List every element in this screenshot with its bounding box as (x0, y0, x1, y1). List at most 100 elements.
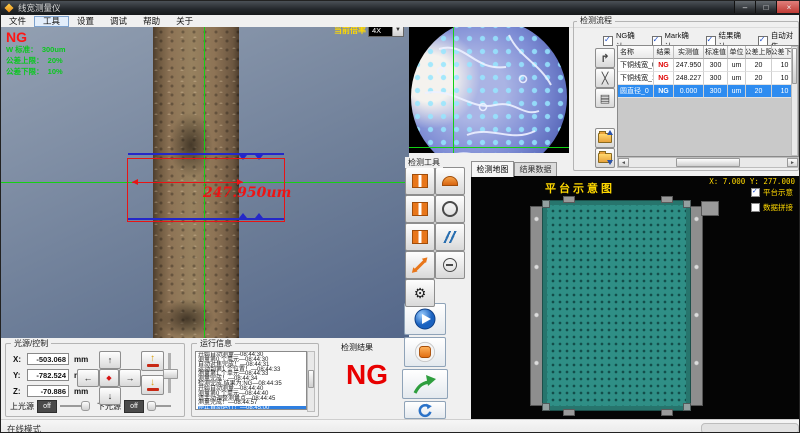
platform-title: 平台示意图 (545, 180, 615, 196)
save-image-icon[interactable] (595, 148, 615, 168)
linewidth-tool-1[interactable] (405, 167, 435, 195)
process-panel-title: 检测流程 (577, 15, 615, 26)
column-header: 结果 (654, 46, 674, 59)
axis-value-X[interactable]: -503.068 (27, 353, 69, 365)
refresh-button[interactable] (404, 401, 446, 419)
platform-schematic-view[interactable]: 平台示意图 X: 7.000 Y: 277.000 平台示意数据拼接 (471, 176, 799, 419)
z-down-button[interactable]: ↓ (141, 375, 164, 395)
table-horizontal-scrollbar[interactable]: ◄ ► (617, 157, 799, 168)
upper-light-toggle[interactable]: off (37, 400, 57, 413)
measurement-value: 247.950um (203, 185, 291, 201)
return-button[interactable] (402, 369, 448, 399)
folder-icon (598, 133, 612, 143)
platform-tab (563, 196, 575, 203)
menu-item-帮助[interactable]: 帮助 (135, 16, 168, 27)
table-cell: um (728, 72, 746, 85)
minimize-button[interactable]: – (734, 1, 755, 13)
camera-view[interactable]: 247.950um NG W 标准： 300um公差上限： 20%公差下限： 1… (1, 27, 409, 338)
menu-item-文件[interactable]: 文件 (1, 16, 34, 27)
status-mode-text: 在线模式 (7, 423, 41, 433)
z-up-button[interactable]: ↑ (141, 351, 164, 371)
scrollbar-thumb[interactable] (676, 158, 740, 167)
axis-value-Z[interactable]: -70.886 (27, 385, 69, 397)
axis-label-X: X: (13, 355, 21, 364)
scroll-left-arrow[interactable]: ◄ (618, 158, 629, 167)
scroll-right-arrow[interactable]: ► (787, 158, 798, 167)
magnification-value: 4X (369, 27, 392, 35)
panel-corner (542, 403, 550, 411)
circle-tool[interactable] (435, 195, 465, 223)
camera-overlay-info: W 标准： 300um公差上限： 20%公差下限： 10% (6, 44, 66, 77)
table-vertical-scrollbar[interactable] (791, 46, 798, 156)
dome-tool[interactable] (435, 167, 465, 195)
keypad-icon[interactable]: ▤ (595, 88, 615, 108)
jog-center-button[interactable]: ◆ (99, 369, 119, 387)
diagonal-measure-tool[interactable] (405, 251, 435, 279)
microscope-view[interactable] (409, 27, 569, 153)
tab-result-data[interactable]: 结果数据 (514, 162, 557, 177)
tab-detect-map[interactable]: 检测地图 (471, 161, 514, 177)
result-panel-title: 检测结果 (341, 342, 373, 353)
z-down-icon: ↓ (150, 379, 155, 387)
checkbox-box[interactable] (751, 203, 760, 212)
panel-corner (683, 403, 691, 411)
platform-rail-right (690, 206, 703, 406)
tools-panel-title: 检测工具 (405, 157, 443, 168)
column-header: 标准值 (704, 46, 728, 59)
jog-right-button[interactable]: → (119, 369, 141, 387)
stop-button[interactable] (404, 337, 446, 367)
platform-horizontal-scrollbar[interactable] (701, 423, 799, 433)
table-row[interactable]: 下铜线宽_0NG247.950300um2010 (618, 59, 799, 72)
table-row[interactable]: 下铜线宽_1NG248.227300um2010 (618, 72, 799, 85)
magnification-select[interactable]: 4X ▼ (368, 27, 404, 37)
log-entry: 停止自动运行！—08:45:00 (198, 406, 306, 410)
linewidth-tool-2[interactable] (405, 195, 435, 223)
transfer-icon[interactable]: ↱ (595, 48, 615, 68)
z-slider-thumb[interactable] (163, 369, 178, 379)
export-image-icon[interactable] (595, 128, 615, 148)
jog-up-button[interactable]: ↑ (99, 351, 121, 369)
jog-left-button[interactable]: ← (77, 369, 99, 387)
circle-dash-tool[interactable] (435, 251, 465, 279)
axis-label-Y: Y: (13, 371, 20, 380)
scrollbar-thumb[interactable] (792, 48, 797, 84)
delete-x-icon[interactable]: ╳ (595, 68, 615, 88)
upper-light-slider-thumb[interactable] (81, 401, 90, 411)
checkbox-平台示意[interactable]: 平台示意 (751, 187, 793, 198)
table-row[interactable]: 圆直径_0NG0.000300um2010 (618, 85, 799, 98)
results-table[interactable]: 名称结果实测值标准值单位公差上限公差下限%下铜线宽_0NG247.950300u… (617, 45, 799, 157)
trace-blemish (159, 299, 215, 338)
menu-item-调试[interactable]: 调试 (102, 16, 135, 27)
table-cell: um (728, 85, 746, 98)
close-button[interactable]: × (776, 1, 800, 13)
scrollbar-thumb[interactable] (308, 370, 314, 388)
axis-unit: mm (74, 387, 88, 396)
linewidth-tool-3-icon (412, 230, 428, 244)
table-cell: 300 (704, 72, 728, 85)
pcb-panel[interactable] (542, 200, 691, 411)
jog-down-button[interactable]: ↓ (99, 387, 121, 405)
linewidth-tool-3[interactable] (405, 223, 435, 251)
menu-item-设置[interactable]: 设置 (69, 16, 102, 27)
run-log-list[interactable]: 开始自动测量—08:44:30测量第0 个单元—08:44:30自动对焦完成！—… (195, 351, 307, 410)
platform-coordinates: X: 7.000 Y: 277.000 (709, 177, 795, 186)
refresh-icon (416, 403, 434, 418)
menu-item-工具[interactable]: 工具 (34, 16, 69, 27)
settings-tool[interactable]: ⚙ (405, 279, 435, 307)
checkbox-数据拼接[interactable]: 数据拼接 (751, 202, 793, 213)
maximize-button[interactable]: □ (755, 1, 776, 13)
checkbox-box[interactable] (603, 36, 613, 46)
menu-item-关于[interactable]: 关于 (168, 16, 201, 27)
lower-light-toggle[interactable]: off (124, 400, 144, 413)
column-header: 单位 (728, 46, 746, 59)
chevron-down-icon[interactable]: ▼ (392, 27, 403, 36)
camera-overlay-line: 公差上限： 20% (6, 55, 66, 66)
pcb-traces (411, 27, 567, 153)
log-vertical-scrollbar[interactable] (307, 351, 315, 412)
run-button[interactable] (404, 303, 446, 335)
lower-light-slider-thumb[interactable] (147, 401, 156, 411)
checkbox-box[interactable] (751, 188, 760, 197)
axis-value-Y[interactable]: -782.524 (27, 369, 69, 381)
line-gap-tool[interactable] (435, 223, 465, 251)
table-cell: 300 (704, 59, 728, 72)
